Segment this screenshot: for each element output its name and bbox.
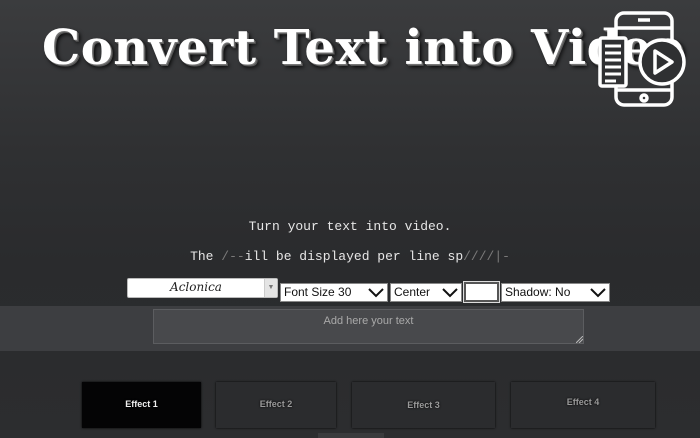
effect-3-button[interactable]: Effect 3 xyxy=(352,382,495,428)
effect-2-label: Effect 2 xyxy=(259,399,293,409)
page-title: Convert Text into Video xyxy=(42,20,685,76)
intro-subtext-glitch-1: /-- xyxy=(221,249,245,264)
font-picker[interactable]: Aclonica ▼ xyxy=(127,278,278,298)
intro-text: Turn your text into video. xyxy=(248,219,452,234)
bottom-panel-edge xyxy=(318,433,384,438)
shadow-select[interactable]: Shadow: No xyxy=(501,283,610,302)
effect-4-button[interactable]: Effect 4 xyxy=(511,382,655,428)
effect-2-button[interactable]: Effect 2 xyxy=(216,382,336,428)
text-input[interactable] xyxy=(153,309,584,344)
font-picker-value: Aclonica xyxy=(170,280,222,294)
chevron-down-icon xyxy=(442,288,458,298)
resize-grip-icon[interactable] xyxy=(576,336,583,343)
effect-4-label: Effect 4 xyxy=(566,397,600,407)
shadow-value: Shadow: No xyxy=(505,285,571,299)
font-size-select[interactable]: Font Size 30 xyxy=(280,283,388,302)
style-toolbar: Aclonica ▼ Font Size 30 Center Shadow: N… xyxy=(0,278,700,302)
alignment-select[interactable]: Center xyxy=(390,283,462,302)
chevron-down-icon xyxy=(590,288,606,298)
intro-subtext: The /--ill be displayed per line sp////|… xyxy=(0,249,700,264)
chevron-down-icon xyxy=(368,288,384,298)
intro-subtext-middle: ill be displayed per line sp xyxy=(244,249,464,264)
effect-1-button[interactable]: Effect 1 xyxy=(82,382,201,428)
triangle-down-icon[interactable]: ▼ xyxy=(264,279,277,297)
effect-1-label: Effect 1 xyxy=(125,399,158,409)
effect-3-label: Effect 3 xyxy=(407,400,440,410)
alignment-value: Center xyxy=(394,285,431,299)
font-size-value: Font Size 30 xyxy=(284,285,352,299)
intro-subtext-glitch-2: ////|- xyxy=(463,249,510,264)
phone-with-text-and-play-icon xyxy=(598,11,686,107)
intro-subtext-prefix: The xyxy=(190,249,222,264)
text-color-picker[interactable] xyxy=(464,282,499,302)
